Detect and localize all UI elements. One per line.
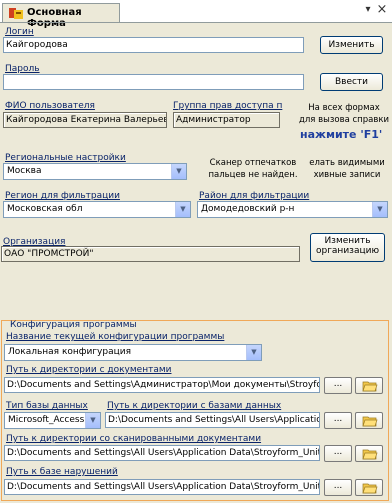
login-label: Логин — [5, 27, 34, 37]
help-hint-line2: для вызова справки — [299, 115, 389, 125]
docs-browse-button[interactable]: ... — [324, 377, 352, 394]
district-filter-select[interactable]: Домодедовский р-н ▼ — [197, 201, 388, 218]
chevron-down-icon[interactable]: ▼ — [85, 413, 100, 428]
change-organization-button[interactable]: Изменить организацию — [310, 233, 385, 262]
open-folder-icon — [362, 381, 378, 392]
close-icon[interactable]: × — [376, 3, 388, 16]
scan-dir-label: Путь к директории со сканированными доку… — [6, 434, 262, 444]
db-dir-label: Путь к директории с базами данных — [107, 401, 282, 411]
db-type-select[interactable]: Microsoft_Access ▼ — [4, 412, 101, 429]
scan-dir-open-folder-button[interactable] — [355, 445, 383, 462]
help-hint-line1: На всех формах — [308, 103, 380, 113]
docs-dir-label: Путь к директории с документами — [6, 365, 172, 375]
scan-dir-input[interactable]: D:\Documents and Settings\All Users\Appl… — [4, 445, 320, 461]
current-config-value: Локальная конфигурация — [8, 347, 131, 357]
region-filter-label: Регион для фильтрации — [5, 191, 120, 201]
program-config-group: Конфигурация программы Название текущей … — [1, 320, 389, 501]
tab-main-form[interactable]: Основная Форма — [2, 3, 120, 29]
change-login-button[interactable]: Изменить — [320, 36, 383, 54]
main-form-window: Основная Форма ▾ × Логин Кайгородова Изм… — [0, 0, 392, 503]
violations-browse-button[interactable]: ... — [324, 479, 352, 496]
violations-db-input[interactable]: D:\Documents and Settings\All Users\Appl… — [4, 479, 320, 495]
organization-value: ОАО "ПРОМСТРОЙ" — [1, 246, 300, 262]
chevron-down-icon[interactable]: ▼ — [171, 164, 186, 179]
group-label: Группа прав доступа п — [173, 101, 283, 111]
regional-value: Москва — [7, 166, 42, 176]
help-f1-key: нажмите 'F1' — [300, 128, 383, 141]
regional-select[interactable]: Москва ▼ — [3, 163, 187, 180]
login-input[interactable]: Кайгородова — [3, 37, 304, 53]
open-folder-icon — [362, 449, 378, 460]
open-folder-icon — [362, 483, 378, 494]
pin-icon[interactable]: ▾ — [362, 4, 374, 16]
hidden-records-hint-line1: елать видимыми — [309, 158, 385, 168]
scanner-status-line1: Сканер отпечатков — [209, 158, 297, 168]
db-type-label: Тип базы данных — [6, 401, 88, 411]
current-config-select[interactable]: Локальная конфигурация ▼ — [4, 344, 262, 361]
violations-db-label: Путь к базе нарушений — [6, 467, 118, 477]
violations-open-folder-button[interactable] — [355, 479, 383, 496]
enter-password-button[interactable]: Ввести — [320, 73, 383, 91]
scanner-status-line2: пальцев не найден. — [208, 170, 298, 180]
chevron-down-icon[interactable]: ▼ — [175, 202, 190, 217]
change-org-line2: организацию — [315, 246, 380, 256]
scan-dir-browse-button[interactable]: ... — [324, 445, 352, 462]
region-filter-value: Московская обл — [7, 204, 83, 214]
regional-label: Региональные настройки — [5, 153, 126, 163]
form-icon — [9, 8, 23, 19]
hidden-records-hint-line2: хивные записи — [313, 170, 381, 180]
password-input[interactable] — [3, 74, 304, 90]
current-config-label: Название текущей конфигурации программы — [6, 332, 225, 342]
change-org-line1: Изменить — [324, 236, 371, 246]
db-type-value: Microsoft_Access — [8, 415, 85, 425]
config-group-title: Конфигурация программы — [10, 320, 137, 330]
db-dir-browse-button[interactable]: ... — [324, 412, 352, 429]
chevron-down-icon[interactable]: ▼ — [372, 202, 387, 217]
docs-dir-input[interactable]: D:\Documents and Settings\Администратор\… — [4, 377, 320, 393]
docs-open-folder-button[interactable] — [355, 377, 383, 394]
fio-label: ФИО пользователя — [5, 101, 95, 111]
district-filter-value: Домодедовский р-н — [201, 204, 295, 214]
group-value: Администратор — [173, 112, 280, 128]
open-folder-icon — [362, 416, 378, 427]
password-label: Пароль — [5, 64, 40, 74]
db-dir-input[interactable]: D:\Documents and Settings\All Users\Appl… — [105, 412, 320, 428]
db-dir-open-folder-button[interactable] — [355, 412, 383, 429]
chevron-down-icon[interactable]: ▼ — [246, 345, 261, 360]
tab-bar: Основная Форма ▾ × — [0, 0, 392, 29]
region-filter-select[interactable]: Московская обл ▼ — [3, 201, 191, 218]
fio-value: Кайгородова Екатерина Валерьевна — [3, 112, 167, 128]
district-filter-label: Район для фильтрации — [199, 191, 310, 201]
